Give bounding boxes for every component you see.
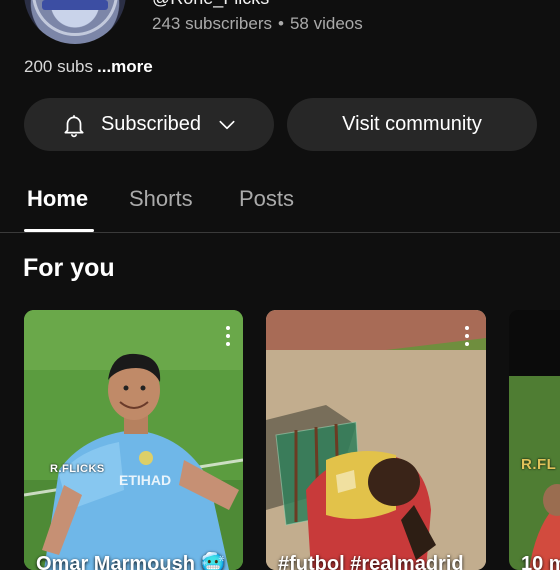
section-title: For you bbox=[23, 254, 115, 282]
more-vert-icon[interactable] bbox=[225, 326, 231, 348]
tab-shorts[interactable]: Shorts bbox=[129, 186, 193, 212]
visit-community-button[interactable]: Visit community bbox=[287, 98, 537, 151]
tab-divider bbox=[0, 232, 560, 233]
channel-stats: 243 subscribers • 58 videos bbox=[152, 14, 363, 34]
subscriber-count: 243 subscribers bbox=[152, 14, 273, 33]
channel-avatar[interactable] bbox=[24, 0, 126, 44]
stats-separator: • bbox=[278, 14, 284, 33]
tab-home[interactable]: Home bbox=[27, 186, 88, 212]
video-count: 58 videos bbox=[289, 14, 363, 33]
short-title: #futbol #realmadrid bbox=[278, 553, 464, 570]
short-card[interactable]: ETIHAD R.FLICKS Omar Marmoush 🥶 bbox=[24, 310, 243, 570]
short-card[interactable]: #futbol #realmadrid bbox=[266, 310, 486, 570]
short-title: 10 m bbox=[521, 553, 560, 570]
video-thumbnail: ETIHAD bbox=[24, 310, 243, 570]
tab-posts[interactable]: Posts bbox=[239, 186, 294, 212]
video-thumbnail bbox=[266, 310, 486, 570]
more-link[interactable]: ...more bbox=[97, 57, 153, 76]
channel-handle: @Rone_Flicks bbox=[152, 0, 269, 9]
short-card[interactable]: R.FL 10 m bbox=[509, 310, 560, 570]
description-text: 200 subs bbox=[24, 57, 93, 76]
bell-icon bbox=[64, 114, 84, 137]
chevron-down-icon bbox=[219, 120, 235, 129]
more-vert-icon[interactable] bbox=[464, 326, 470, 348]
short-title: Omar Marmoush 🥶 bbox=[36, 553, 226, 570]
video-thumbnail bbox=[509, 310, 560, 570]
channel-description[interactable]: 200 subs ...more bbox=[24, 57, 153, 77]
subscribed-button[interactable]: Subscribed bbox=[24, 98, 274, 151]
thumbnail-watermark: R.FL bbox=[521, 456, 557, 473]
svg-text:ETIHAD: ETIHAD bbox=[119, 472, 171, 488]
thumbnail-watermark: R.FLICKS bbox=[50, 463, 105, 475]
subscribed-label: Subscribed bbox=[100, 113, 202, 135]
